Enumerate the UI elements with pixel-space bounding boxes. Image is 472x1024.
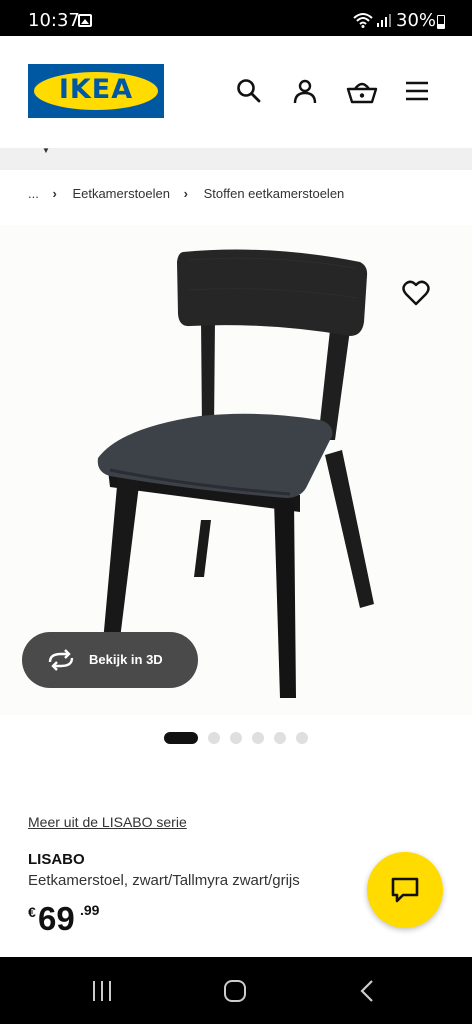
price-decimal: .99 [80,902,100,918]
caret-down-icon: ▼ [42,146,50,155]
carousel-dot-active[interactable] [164,732,198,744]
carousel-dot[interactable] [252,732,264,744]
chat-button[interactable] [367,852,443,928]
carousel-dot[interactable] [230,732,242,744]
view-in-3d-button[interactable]: Bekijk in 3D [22,632,198,688]
battery-icon [437,15,445,29]
breadcrumb-item-stoffen[interactable]: Stoffen eetkamerstoelen [204,186,345,201]
view-in-3d-label: Bekijk in 3D [89,652,163,667]
product-name: LISABO [28,851,85,868]
price-integer: 69 [38,900,75,937]
gallery-notification-icon [78,14,92,27]
chevron-right-icon: › [183,186,188,201]
chat-icon [391,877,419,903]
search-icon[interactable] [235,77,263,105]
favorite-heart-icon[interactable] [402,280,430,306]
ikea-logo[interactable]: IKEA [28,64,164,118]
carousel-dot[interactable] [296,732,308,744]
product-description: Eetkamerstoel, zwart/Tallmyra zwart/grij… [28,872,300,889]
logo-text: IKEA [58,74,134,105]
breadcrumb-ellipsis[interactable]: ... [28,186,39,201]
back-icon[interactable] [356,979,380,1003]
basket-icon[interactable] [346,77,378,105]
recent-apps-icon[interactable] [90,979,114,1003]
price-currency: € [28,904,36,920]
rotate-3d-icon [48,649,74,671]
carousel-dot[interactable] [274,732,286,744]
battery-percent: 30% [396,10,437,31]
home-icon[interactable] [223,979,247,1003]
header-divider-strip: ▼ [0,146,472,170]
status-bar: 10:37 30% [0,0,472,36]
status-time: 10:37 [28,10,80,31]
breadcrumb: ... › Eetkamerstoelen › Stoffen eetkamer… [28,186,344,201]
system-nav-bar [0,957,472,1024]
user-icon[interactable] [291,77,319,105]
site-header: IKEA [0,36,472,148]
menu-icon[interactable] [403,77,431,105]
carousel-dot[interactable] [208,732,220,744]
wifi-icon [353,13,373,28]
series-link[interactable]: Meer uit de LISABO serie [28,814,187,830]
breadcrumb-item-eetkamerstoelen[interactable]: Eetkamerstoelen [72,186,170,201]
signal-icon [377,14,391,27]
chevron-right-icon: › [52,186,57,201]
